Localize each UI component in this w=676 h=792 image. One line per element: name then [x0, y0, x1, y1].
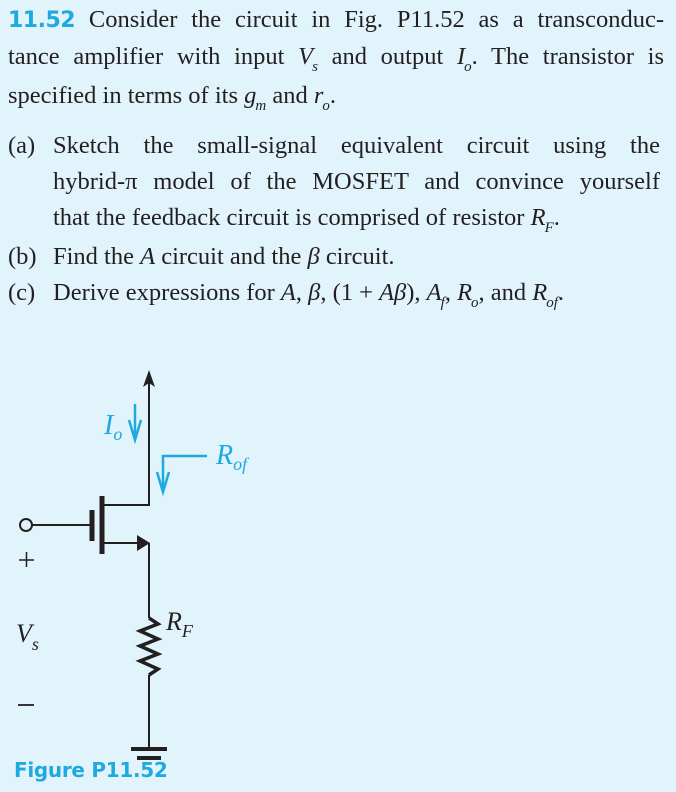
part-c: (c) Derive expressions for A, β, (1 + Aβ…	[8, 275, 660, 314]
text-segment: .	[329, 82, 336, 109]
text-segment: ),	[406, 279, 427, 306]
label-rf-main: R	[165, 607, 182, 636]
expr-a-beta: Aβ	[379, 279, 407, 306]
circuit-diagram: Io Rof RF Vs	[16, 370, 250, 769]
problem-parts: (a) Sketch the small-signal equivalent c…	[8, 128, 660, 314]
text-segment: ,	[444, 279, 458, 306]
text-segment: Derive expressions for	[53, 279, 281, 306]
sub-o: o	[464, 59, 472, 75]
text-segment: circuit.	[319, 243, 395, 270]
input-terminal	[19, 518, 33, 532]
part-label: (c)	[8, 279, 36, 306]
expr-ro: R	[457, 279, 473, 306]
label-vs: Vs	[16, 619, 39, 654]
text-segment: and	[266, 82, 314, 109]
sub-s: s	[312, 59, 318, 75]
problem-line-3: specified in terms of its gm and ro.	[8, 78, 664, 117]
figure-caption: Figure P11.52	[14, 758, 168, 782]
sub-o: o	[471, 295, 479, 311]
part-label: (b)	[8, 243, 37, 270]
part-label: (a)	[8, 132, 36, 159]
problem-statement: 11.52 Consider the circuit in Fig. P11.5…	[8, 2, 664, 117]
var-vs: V	[298, 43, 314, 70]
problem-line-2: tance amplifier with input Vs and output…	[8, 39, 664, 78]
var-a: A	[140, 243, 156, 270]
label-rf: RF	[165, 607, 194, 641]
text-segment: . The transistor is	[471, 43, 664, 70]
text-segment: that the feedback circuit is comprised o…	[53, 204, 531, 231]
expr-rof: R	[532, 279, 548, 306]
text-segment: ,	[295, 279, 309, 306]
sub-f: F	[544, 220, 554, 236]
text-segment: .	[553, 204, 560, 231]
part-c-line: Derive expressions for A, β, (1 + Aβ), A…	[53, 275, 660, 314]
text-segment: Find the	[53, 243, 141, 270]
rof-indicator-line	[161, 454, 207, 488]
text-segment: .	[557, 279, 565, 306]
label-rof-main: R	[215, 440, 233, 471]
sub-of: of	[546, 295, 558, 311]
circuit-figure: Io Rof RF Vs	[0, 360, 320, 769]
sub-m: m	[255, 98, 267, 114]
part-b-line: Find the A circuit and the β circuit.	[53, 239, 660, 275]
plus-sign	[19, 552, 34, 567]
label-vs-sub: s	[32, 634, 39, 654]
label-rof: Rof	[215, 440, 250, 474]
part-a-line-1: Sketch the small-signal equivalent circu…	[53, 132, 660, 159]
part-a: (a) Sketch the small-signal equivalent c…	[8, 128, 660, 239]
part-a-line-2: hybrid-π model of the MOSFET and convinc…	[53, 168, 660, 195]
expr-a: A	[280, 279, 296, 306]
var-rf: R	[530, 204, 546, 231]
part-b: (b) Find the A circuit and the β circuit…	[8, 239, 660, 275]
problem-line-1: 11.52 Consider the circuit in Fig. P11.5…	[8, 2, 664, 39]
expr-beta: β	[308, 279, 321, 306]
label-io: Io	[103, 410, 122, 444]
expr-af: A	[426, 279, 442, 306]
text-segment: , and	[478, 279, 533, 306]
var-beta: β	[307, 243, 320, 270]
label-rf-sub: F	[181, 621, 194, 641]
sub-o: o	[322, 98, 330, 114]
text-segment: specified in terms of its	[8, 82, 245, 109]
text-segment: and output	[317, 43, 457, 70]
label-io-sub: o	[113, 424, 122, 444]
resistor-rf	[135, 616, 163, 677]
sub-f: f	[440, 295, 445, 311]
label-rof-sub: of	[233, 454, 250, 474]
problem-text-1: Consider the circuit in Fig. P11.52 as a…	[88, 6, 665, 33]
text-segment: , (1 +	[320, 279, 380, 306]
part-a-line-3: that the feedback circuit is comprised o…	[53, 200, 660, 239]
problem-number: 11.52	[8, 8, 76, 33]
text-segment: circuit and the	[155, 243, 308, 270]
text-segment: tance amplifier with input	[8, 43, 299, 70]
